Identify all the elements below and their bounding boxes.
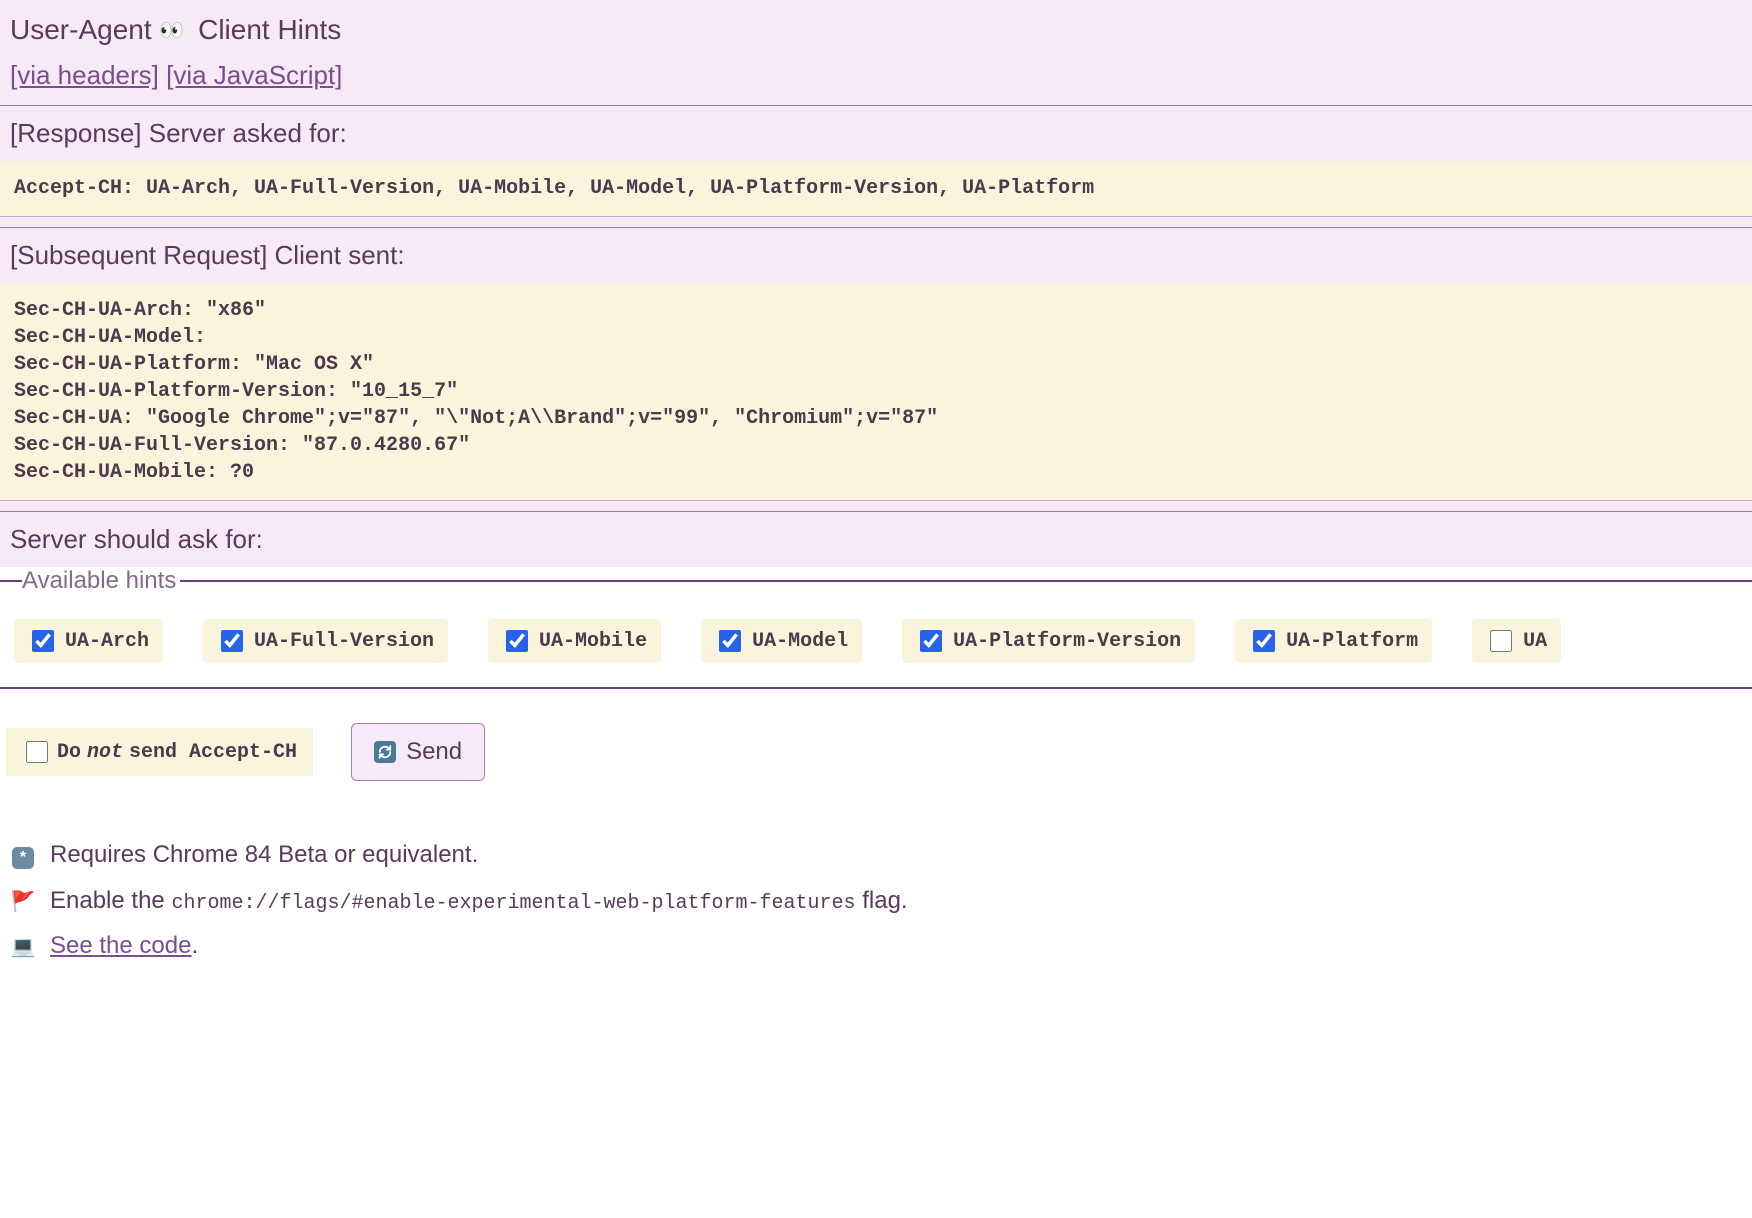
note-see-code: 💻 See the code. — [10, 926, 1742, 966]
do-not-send-prefix: Do — [57, 741, 81, 764]
hint-chip-ua-platform-version[interactable]: UA-Platform-Version — [902, 619, 1195, 663]
hint-checkbox-ua-arch[interactable] — [32, 630, 54, 652]
hint-label: UA-Model — [752, 630, 848, 653]
nav-links: [via headers] [via JavaScript] — [10, 60, 1742, 105]
title-suffix: Client Hints — [198, 14, 341, 45]
hint-chip-ua-full-version[interactable]: UA-Full-Version — [203, 619, 448, 663]
hint-checkbox-ua-mobile[interactable] — [506, 630, 528, 652]
do-not-send-suffix: send Accept-CH — [129, 741, 297, 764]
hint-label: UA-Platform — [1286, 630, 1418, 653]
do-not-send-not: not — [87, 741, 123, 764]
hint-chip-ua[interactable]: UA — [1472, 619, 1561, 663]
subsequent-code: Sec-CH-UA-Arch: "x86" Sec-CH-UA-Model: S… — [0, 283, 1752, 500]
available-hints-fieldset: Available hints UA-Arch UA-Full-Version UA… — [0, 567, 1752, 689]
hint-checkbox-ua-platform-version[interactable] — [920, 630, 942, 652]
footer-notes: * Requires Chrome 84 Beta or equivalent.… — [0, 815, 1752, 986]
hint-label: UA-Full-Version — [254, 630, 434, 653]
do-not-send-checkbox[interactable] — [26, 741, 48, 763]
note-requires: * Requires Chrome 84 Beta or equivalent. — [10, 835, 1742, 875]
hints-wrap: Available hints UA-Arch UA-Full-Version UA… — [0, 567, 1752, 689]
response-code: Accept-CH: UA-Arch, UA-Full-Version, UA-… — [0, 161, 1752, 216]
hint-chip-ua-model[interactable]: UA-Model — [701, 619, 862, 663]
flag-icon: 🚩 — [10, 886, 36, 919]
note-enable: 🚩 Enable the chrome://flags/#enable-expe… — [10, 881, 1742, 921]
header: User-Agent 👀 Client Hints [via headers] … — [0, 0, 1752, 105]
laptop-icon: 💻 — [10, 931, 36, 964]
hint-label: UA-Platform-Version — [953, 630, 1181, 653]
title-prefix: User-Agent — [10, 14, 152, 45]
controls-row: Do not send Accept-CH Send — [0, 689, 1752, 815]
send-button-label: Send — [406, 738, 462, 766]
refresh-icon — [374, 741, 396, 763]
hint-chip-ua-arch[interactable]: UA-Arch — [14, 619, 163, 663]
hint-checkbox-ua-full-version[interactable] — [221, 630, 243, 652]
do-not-send-label[interactable]: Do not send Accept-CH — [6, 728, 313, 776]
divider — [0, 500, 1752, 511]
note-enable-prefix: Enable the — [50, 887, 165, 914]
subsequent-heading: [Subsequent Request] Client sent: — [0, 227, 1752, 283]
available-hints-legend: Available hints — [22, 567, 180, 595]
hint-label: UA-Arch — [65, 630, 149, 653]
eyes-icon: 👀 — [159, 20, 190, 42]
response-heading: [Response] Server asked for: — [0, 105, 1752, 161]
note-enable-code: chrome://flags/#enable-experimental-web-… — [171, 892, 855, 915]
via-javascript-link[interactable]: [via JavaScript] — [166, 60, 342, 90]
hint-checkbox-ua[interactable] — [1490, 630, 1512, 652]
note-enable-suffix: flag. — [862, 887, 907, 914]
send-button[interactable]: Send — [351, 723, 485, 781]
hint-label: UA-Mobile — [539, 630, 647, 653]
hint-checkbox-ua-platform[interactable] — [1253, 630, 1275, 652]
hint-checkbox-ua-model[interactable] — [719, 630, 741, 652]
should-ask-heading: Server should ask for: — [0, 511, 1752, 567]
asterisk-icon: * — [10, 840, 36, 873]
note-requires-text: Requires Chrome 84 Beta or equivalent. — [50, 835, 478, 875]
page-title: User-Agent 👀 Client Hints — [10, 8, 1742, 60]
hint-chip-ua-platform[interactable]: UA-Platform — [1235, 619, 1432, 663]
hint-label: UA — [1523, 630, 1547, 653]
see-code-link[interactable]: See the code — [50, 932, 191, 959]
divider — [0, 216, 1752, 227]
via-headers-link[interactable]: [via headers] — [10, 60, 159, 90]
hint-chip-ua-mobile[interactable]: UA-Mobile — [488, 619, 661, 663]
